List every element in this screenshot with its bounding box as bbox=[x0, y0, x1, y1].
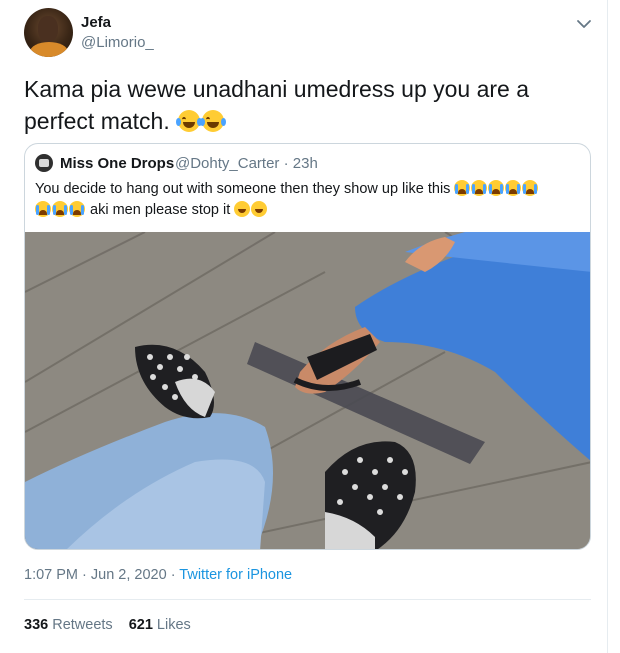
quoted-text: You decide to hang out with someone then… bbox=[35, 179, 585, 221]
likes-count: 621 bbox=[128, 617, 153, 633]
face-with-tears-of-joy-emoji bbox=[200, 110, 227, 132]
avatar-shirt bbox=[30, 42, 68, 57]
author-handle[interactable]: @Limorio_ bbox=[81, 34, 154, 51]
face-with-tears-of-joy-emoji bbox=[251, 201, 268, 217]
author-avatar[interactable] bbox=[24, 8, 73, 57]
quoted-author-name: Miss One Drops bbox=[60, 155, 175, 172]
meta-separator: · bbox=[166, 567, 180, 583]
quoted-photo[interactable] bbox=[25, 232, 590, 549]
retweets-label: Retweets bbox=[52, 617, 113, 633]
author-name[interactable]: Jefa bbox=[81, 14, 111, 31]
face-with-tears-of-joy-emoji bbox=[176, 110, 203, 132]
quoted-tweet[interactable]: Miss One Drops @Dohty_Carter · 23h You d… bbox=[24, 143, 591, 550]
loudly-crying-face-emoji bbox=[471, 180, 488, 196]
quoted-text-line2: aki men please stop it bbox=[90, 202, 231, 218]
stats-divider bbox=[24, 599, 591, 600]
quoted-author-handle: @Dohty_Carter · 23h bbox=[175, 155, 318, 172]
loudly-crying-face-emoji bbox=[505, 180, 522, 196]
tweet-text: Kama pia wewe unadhani umedress up you a… bbox=[24, 73, 584, 137]
loudly-crying-face-emoji bbox=[488, 180, 505, 196]
face-with-tears-of-joy-emoji bbox=[234, 201, 251, 217]
loudly-crying-face-emoji bbox=[52, 201, 68, 217]
likes-label: Likes bbox=[156, 617, 191, 633]
engagement-stats: 336 Retweets 621 Likes bbox=[24, 617, 191, 633]
tweet-meta: 1:07 PM · Jun 2, 2020 · Twitter for iPho… bbox=[24, 567, 292, 583]
tweet-text-body: Kama pia wewe unadhani umedress up you a… bbox=[24, 76, 530, 134]
retweets-count: 336 bbox=[24, 617, 49, 633]
retweets-stat[interactable]: 336 Retweets bbox=[24, 617, 113, 633]
loudly-crying-face-emoji bbox=[454, 180, 471, 196]
shoes-photo bbox=[25, 232, 590, 549]
loudly-crying-face-emoji bbox=[522, 180, 539, 196]
likes-stat[interactable]: 621 Likes bbox=[129, 617, 191, 633]
quoted-author-avatar bbox=[35, 154, 53, 172]
loudly-crying-face-emoji bbox=[69, 201, 85, 217]
quoted-text-line1: You decide to hang out with someone then… bbox=[35, 181, 451, 197]
timestamp[interactable]: 1:07 PM · Jun 2, 2020 bbox=[24, 567, 167, 583]
chevron-down-icon[interactable] bbox=[574, 14, 594, 34]
avatar-face bbox=[38, 16, 58, 42]
tweet-card: Jefa @Limorio_ Kama pia wewe unadhani um… bbox=[0, 0, 608, 653]
loudly-crying-face-emoji bbox=[35, 201, 51, 217]
source-link[interactable]: Twitter for iPhone bbox=[179, 567, 292, 583]
